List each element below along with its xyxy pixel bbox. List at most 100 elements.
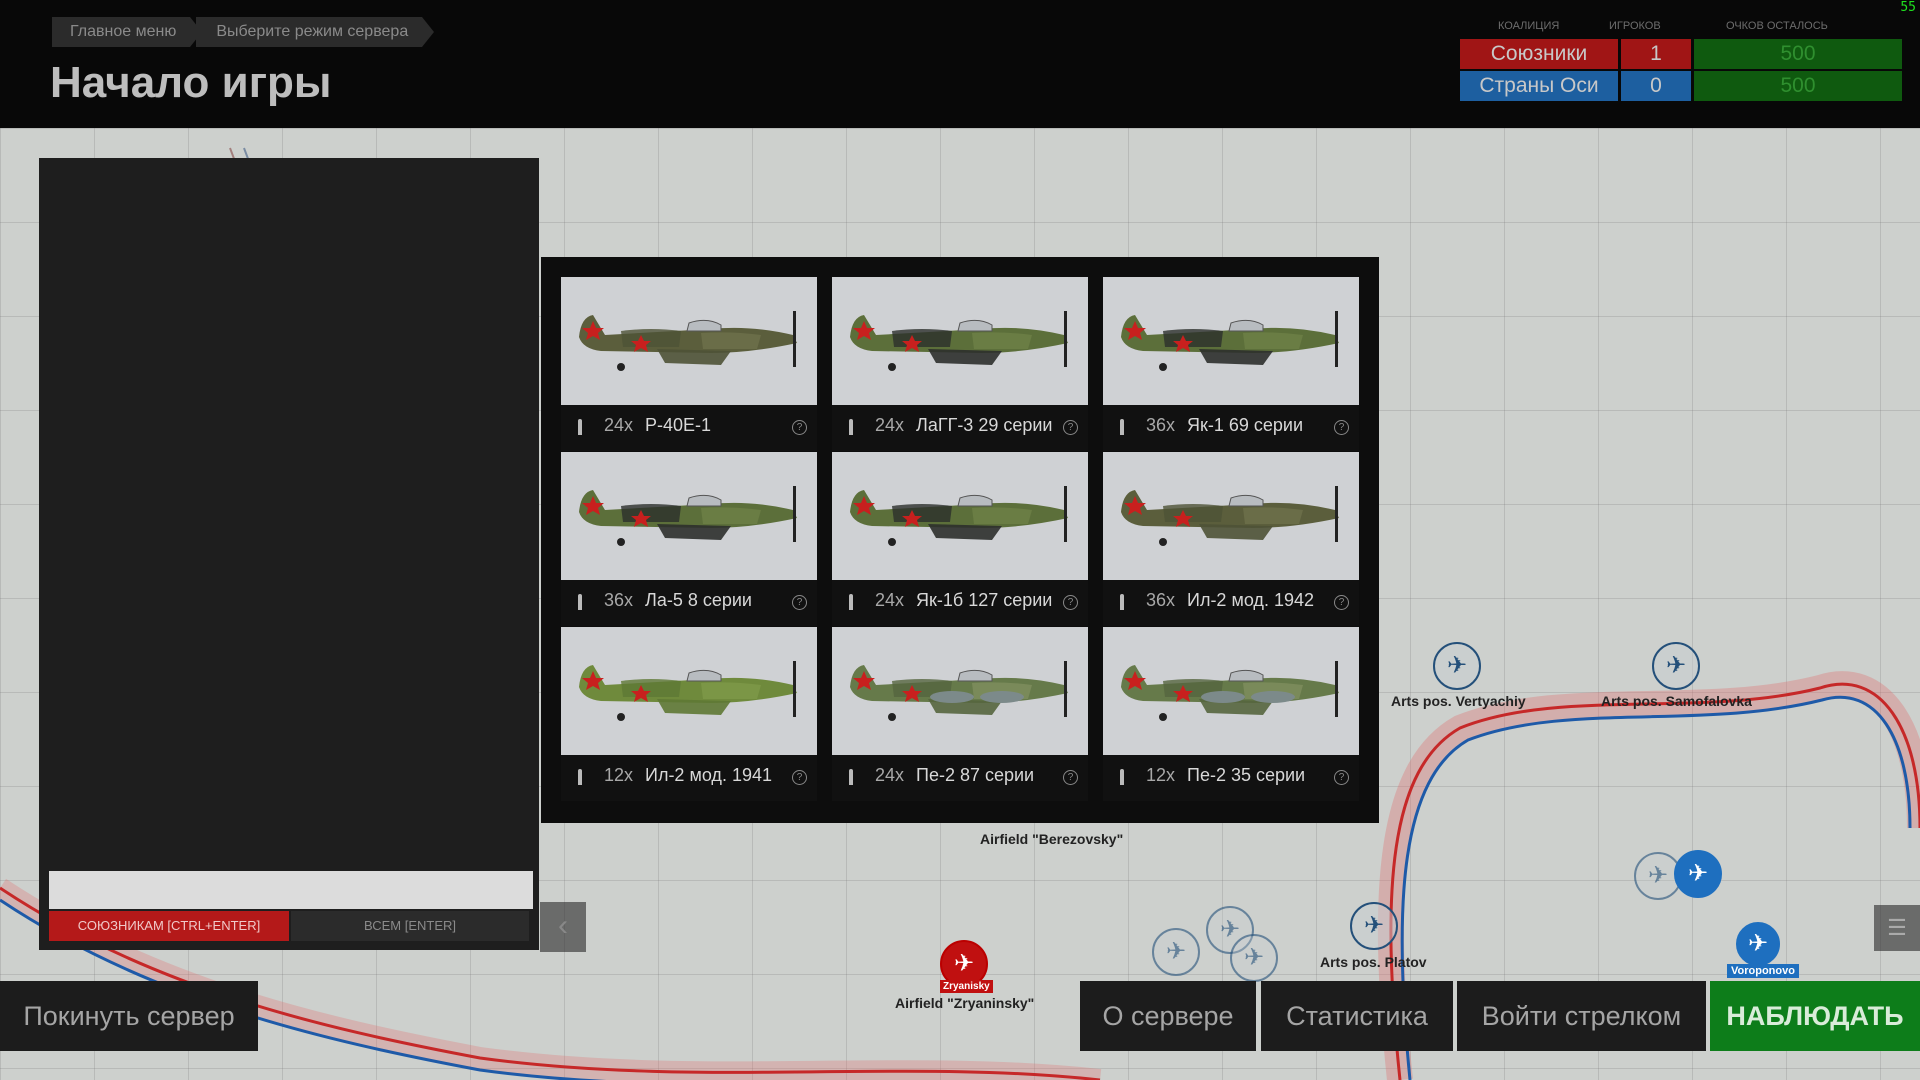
help-icon[interactable]: ? xyxy=(792,420,807,435)
aircraft-name: P-40E-1 xyxy=(645,415,712,435)
players-count: 1 xyxy=(1621,39,1691,69)
map-label-berezovsky: Airfield "Berezovsky" xyxy=(980,831,1124,847)
aircraft-card[interactable]: 36x Ил-2 мод. 1942? xyxy=(1103,452,1359,626)
bullet-icon xyxy=(849,419,853,435)
header-points-left: ОЧКОВ ОСТАЛОСЬ xyxy=(1726,20,1828,32)
join-gunner-button[interactable]: Войти стрелком xyxy=(1457,981,1706,1051)
aircraft-card[interactable]: 24x Як-1б 127 серии? xyxy=(832,452,1088,626)
axis-airfield-icon[interactable]: ✈ xyxy=(1674,850,1722,898)
points-left: 500 xyxy=(1694,71,1902,101)
side-menu-button[interactable]: ☰ xyxy=(1874,905,1920,951)
aircraft-count: 12x xyxy=(604,765,634,785)
collapse-chat-button[interactable]: ‹ xyxy=(540,902,586,952)
aircraft-image xyxy=(1103,277,1359,405)
aircraft-card[interactable]: 12x Пе-2 35 серии? xyxy=(1103,627,1359,801)
aircraft-card[interactable]: 12x Ил-2 мод. 1941? xyxy=(561,627,817,801)
arts-platov-icon[interactable]: ✈ xyxy=(1350,902,1398,950)
aircraft-name: Ил-2 мод. 1942 xyxy=(1187,590,1314,610)
aircraft-image xyxy=(561,627,817,755)
aircraft-name: ЛаГГ-3 29 серии xyxy=(916,415,1053,435)
map-label-zryaninsky: Airfield "Zryaninsky" xyxy=(895,995,1035,1011)
bullet-icon xyxy=(849,594,853,610)
breadcrumb: Главное меню Выберите режим сервера xyxy=(52,17,435,47)
header-players: ИГРОКОВ xyxy=(1609,20,1661,32)
bullet-icon xyxy=(578,419,582,435)
chat-allies-button[interactable]: СОЮЗНИКАМ [CTRL+ENTER] xyxy=(49,911,289,941)
leave-server-button[interactable]: Покинуть сервер xyxy=(0,981,258,1051)
bullet-icon xyxy=(578,594,582,610)
aircraft-image xyxy=(1103,452,1359,580)
page-title: Начало игры xyxy=(50,58,332,107)
voroponovo-icon[interactable]: ✈ xyxy=(1736,922,1780,966)
aircraft-count: 36x xyxy=(1146,590,1176,610)
help-icon[interactable]: ? xyxy=(792,595,807,610)
aircraft-info-bar: 24x ЛаГГ-3 29 серии? xyxy=(832,405,1088,451)
aircraft-image xyxy=(561,277,817,405)
aircraft-image xyxy=(832,452,1088,580)
aircraft-name: Ил-2 мод. 1941 xyxy=(645,765,772,785)
arts-samofalovka-icon[interactable]: ✈ xyxy=(1652,642,1700,690)
aircraft-info-bar: 24x P-40E-1? xyxy=(561,405,817,451)
aircraft-name: Як-1 69 серии xyxy=(1187,415,1304,435)
aircraft-count: 36x xyxy=(604,590,634,610)
about-server-button[interactable]: О сервере xyxy=(1080,981,1256,1051)
aircraft-image xyxy=(832,627,1088,755)
aircraft-info-bar: 12x Пе-2 35 серии? xyxy=(1103,755,1359,801)
help-icon[interactable]: ? xyxy=(1334,770,1349,785)
help-icon[interactable]: ? xyxy=(1334,420,1349,435)
aircraft-count: 24x xyxy=(875,415,905,435)
aircraft-info-bar: 24x Як-1б 127 серии? xyxy=(832,580,1088,626)
points-left: 500 xyxy=(1694,39,1902,69)
aircraft-info-bar: 24x Пе-2 87 серии? xyxy=(832,755,1088,801)
help-icon[interactable]: ? xyxy=(792,770,807,785)
bomb-icon xyxy=(849,769,853,785)
aircraft-name: Пе-2 87 серии xyxy=(916,765,1035,785)
aircraft-info-bar: 36x Ла-5 8 серии? xyxy=(561,580,817,626)
aircraft-count: 24x xyxy=(875,765,905,785)
aircraft-image xyxy=(832,277,1088,405)
airfield-icon[interactable]: ✈ xyxy=(1230,934,1278,982)
aircraft-image xyxy=(1103,627,1359,755)
help-icon[interactable]: ? xyxy=(1063,420,1078,435)
score-row-axis: Страны Оси 0 500 xyxy=(1460,71,1902,101)
help-icon[interactable]: ? xyxy=(1063,595,1078,610)
chat-all-button[interactable]: ВСЕМ [ENTER] xyxy=(291,911,529,941)
aircraft-card[interactable]: 24x ЛаГГ-3 29 серии? xyxy=(832,277,1088,451)
bomb-icon xyxy=(578,769,582,785)
aircraft-count: 24x xyxy=(604,415,634,435)
arts-vertyachiy-icon[interactable]: ✈ xyxy=(1433,642,1481,690)
chevron-left-icon: ‹ xyxy=(558,909,568,942)
bomb-icon xyxy=(1120,769,1124,785)
coalition-name: Страны Оси xyxy=(1460,71,1618,101)
list-icon: ☰ xyxy=(1887,915,1907,940)
aircraft-card[interactable]: 24x Пе-2 87 серии? xyxy=(832,627,1088,801)
aircraft-name: Ла-5 8 серии xyxy=(645,590,752,610)
aircraft-info-bar: 36x Як-1 69 серии? xyxy=(1103,405,1359,451)
help-icon[interactable]: ? xyxy=(1334,595,1349,610)
aircraft-count: 24x xyxy=(875,590,905,610)
top-bar: Главное меню Выберите режим сервера Нача… xyxy=(0,0,1920,128)
score-row-allies: Союзники 1 500 xyxy=(1460,39,1902,69)
aircraft-image xyxy=(561,452,817,580)
aircraft-card[interactable]: 36x Ла-5 8 серии? xyxy=(561,452,817,626)
breadcrumb-server-mode[interactable]: Выберите режим сервера xyxy=(196,17,435,47)
aircraft-name: Пе-2 35 серии xyxy=(1187,765,1306,785)
spectate-button[interactable]: НАБЛЮДАТЬ xyxy=(1710,981,1920,1051)
bomb-icon xyxy=(1120,594,1124,610)
breadcrumb-main-menu[interactable]: Главное меню xyxy=(52,17,203,47)
aircraft-selection-panel: 24x P-40E-1? 24x ЛаГГ-3 29 серии? 36x Як-1 69… xyxy=(541,257,1379,823)
map-label-vertyachiy: Arts pos. Vertyachiy xyxy=(1391,693,1526,709)
airfield-icon[interactable]: ✈ xyxy=(1152,928,1200,976)
map-label-voroponovo: Voroponovo xyxy=(1727,964,1799,978)
aircraft-card[interactable]: 36x Як-1 69 серии? xyxy=(1103,277,1359,451)
help-icon[interactable]: ? xyxy=(1063,770,1078,785)
chat-panel xyxy=(39,158,539,950)
aircraft-card[interactable]: 24x P-40E-1? xyxy=(561,277,817,451)
aircraft-info-bar: 12x Ил-2 мод. 1941? xyxy=(561,755,817,801)
aircraft-name: Як-1б 127 серии xyxy=(916,590,1053,610)
bullet-icon xyxy=(1120,419,1124,435)
statistics-button[interactable]: Статистика xyxy=(1261,981,1453,1051)
header-coalition: КОАЛИЦИЯ xyxy=(1498,20,1560,32)
aircraft-count: 12x xyxy=(1146,765,1176,785)
chat-input[interactable] xyxy=(49,871,533,909)
